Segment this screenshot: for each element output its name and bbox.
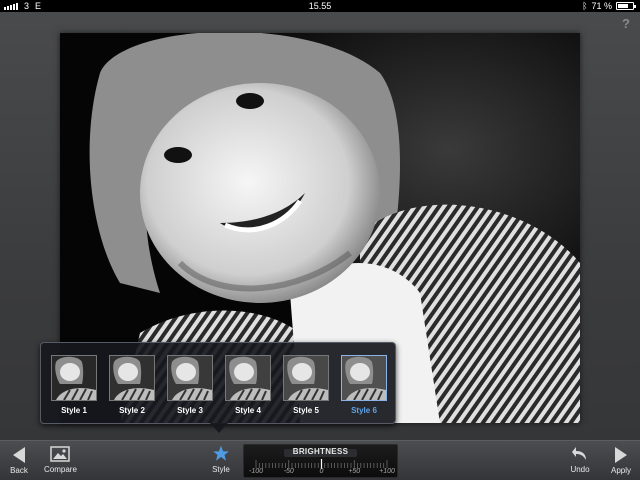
brightness-tick-label: -100: [248, 468, 264, 475]
style-thumb-6[interactable]: Style 6: [341, 355, 387, 415]
style-thumb-label: Style 4: [235, 406, 261, 415]
style-thumb-3[interactable]: Style 3: [167, 355, 213, 415]
back-button[interactable]: Back: [6, 445, 32, 475]
undo-label: Undo: [570, 465, 590, 474]
style-thumb-label: Style 6: [351, 406, 377, 415]
undo-icon: [572, 447, 586, 460]
apply-button[interactable]: Apply: [608, 445, 634, 475]
style-preview-image: [109, 355, 155, 401]
style-thumb-label: Style 1: [61, 406, 87, 415]
style-picker-pointer: [210, 423, 228, 433]
undo-button[interactable]: Undo: [568, 445, 592, 474]
back-arrow-icon: [13, 447, 25, 463]
style-preview-image: [51, 355, 97, 401]
brightness-tick-label: +50: [348, 468, 361, 475]
compare-button[interactable]: Compare: [44, 445, 77, 474]
style-preview-image: [167, 355, 213, 401]
style-label: Style: [212, 465, 230, 474]
image-icon: [50, 446, 70, 462]
brightness-tick-label: -50: [283, 468, 294, 475]
bluetooth-icon: ᛒ: [582, 1, 588, 11]
brightness-scale: -100 -50 0 +50 +100: [244, 459, 399, 479]
brightness-slider[interactable]: BRIGHTNESS -100 -50 0 +50 +100: [243, 444, 398, 478]
style-thumb-label: Style 2: [119, 406, 145, 415]
clock: 15.55: [308, 1, 332, 11]
style-picker: Style 1 Style 2 Style 3 Style 4 Style 5 Style…: [40, 342, 396, 424]
style-thumb-2[interactable]: Style 2: [109, 355, 155, 415]
battery-percent: 71 %: [591, 1, 612, 11]
brightness-title: BRIGHTNESS: [292, 447, 349, 456]
style-thumb-1[interactable]: Style 1: [51, 355, 97, 415]
compare-label: Compare: [44, 465, 77, 474]
status-bar: 3 E 15.55 ᛒ 71 %: [0, 0, 640, 12]
back-label: Back: [10, 466, 28, 475]
style-thumb-label: Style 5: [293, 406, 319, 415]
help-button[interactable]: ?: [622, 16, 630, 31]
style-thumb-4[interactable]: Style 4: [225, 355, 271, 415]
brightness-tick-label: 0: [319, 468, 324, 475]
style-preview-image: [225, 355, 271, 401]
battery-icon: [616, 2, 636, 10]
style-preview-image: [283, 355, 329, 401]
style-button[interactable]: Style: [208, 445, 234, 474]
style-thumb-label: Style 3: [177, 406, 203, 415]
style-thumb-5[interactable]: Style 5: [283, 355, 329, 415]
style-preview-image: [341, 355, 387, 401]
apply-label: Apply: [610, 466, 631, 475]
brightness-tick-label: +100: [379, 468, 395, 475]
apply-arrow-icon: [615, 447, 627, 463]
star-icon: [213, 445, 229, 461]
